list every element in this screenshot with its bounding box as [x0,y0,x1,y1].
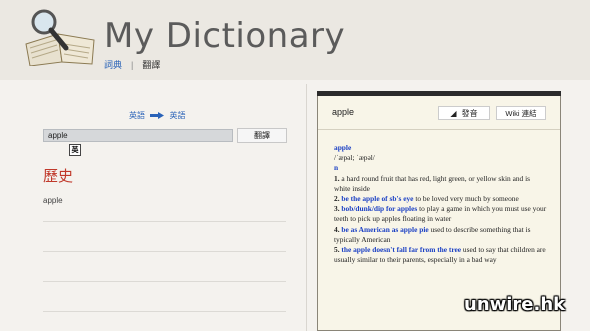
sense-number: 4. [334,224,340,234]
sense-phrase: bob/dunk/dip for apples [341,204,418,214]
book-magnifier-icon [25,9,95,66]
language-pair[interactable]: 英語 英語 [129,110,185,121]
history-list: apple [43,192,286,312]
arrow-right-icon [150,112,165,120]
definition-word: apple [332,107,355,117]
part-of-speech: n [334,163,339,173]
sense-number: 3. [334,204,340,214]
sense-text: to be loved very much by someone [413,194,519,204]
sense: 2. be the apple of sb's eye to be loved … [334,194,548,204]
nav-bar: 詞典 | 翻譯 [104,58,160,71]
pronunciation: /ˈæpəl; ˈæpəl/ [334,153,375,163]
sense-number: 1. [334,173,340,183]
nav-separator: | [131,60,134,70]
input-language-badge[interactable]: 英 [69,144,81,156]
history-item[interactable] [43,252,286,282]
sense-phrase: the apple doesn't fall far from the tree [341,245,462,255]
wiki-link-button[interactable]: Wiki 連結 [496,106,546,120]
search-input[interactable]: apple [43,129,233,142]
nav-translate[interactable]: 翻譯 [142,60,160,70]
speaker-icon: ◢ [450,109,457,118]
pronounce-label: 發音 [461,109,478,118]
translate-button[interactable]: 翻譯 [237,128,287,143]
sense: 3. bob/dunk/dip for apples to play a gam… [334,204,548,224]
pronounce-button[interactable]: ◢ 發音 [438,106,490,120]
column-divider [306,84,307,331]
source-language[interactable]: 英語 [129,111,145,120]
app-header: My Dictionary 詞典 | 翻譯 [0,0,590,80]
sense: 1. a hard round fruit that has red, ligh… [334,174,548,194]
sense-phrase: be the apple of sb's eye [341,194,414,204]
nav-dictionary[interactable]: 詞典 [104,60,122,70]
sense-phrase: be as American as apple pie [341,224,429,234]
sense-number: 5. [334,245,340,255]
sense: 5. the apple doesn't fall far from the t… [334,245,548,265]
history-item[interactable]: apple [43,192,286,222]
watermark: unwire.hk [464,294,566,315]
history-item[interactable] [43,222,286,252]
sense: 4. be as American as apple pie used to d… [334,225,548,245]
history-item[interactable] [43,282,286,312]
definition-entry: apple /ˈæpəl; ˈæpəl/ n 1. a hard round f… [334,143,548,265]
app-title: My Dictionary [104,16,346,56]
sense-text: a hard round fruit that has red, light g… [334,173,531,193]
headword: apple [334,143,352,152]
target-language[interactable]: 英語 [169,111,185,120]
panel-top-bar [317,91,561,96]
sense-number: 2. [334,194,340,204]
history-title: 歷史 [43,168,74,185]
